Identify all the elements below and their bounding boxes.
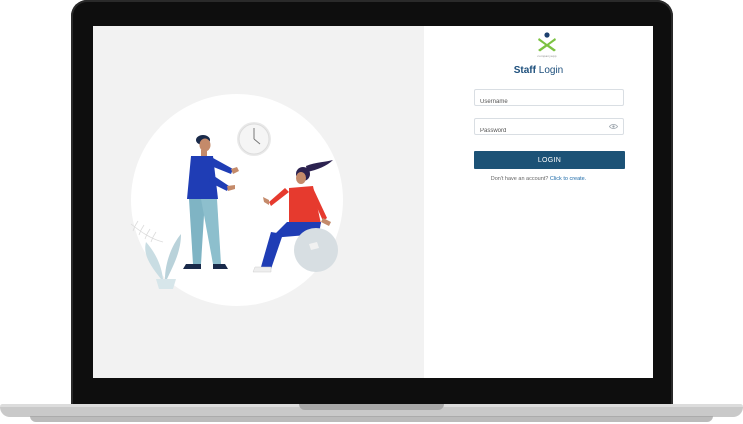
login-button[interactable]: LOGIN [474,151,625,169]
eye-icon[interactable] [609,123,618,130]
signup-prompt-text: Don't have an account? [490,176,550,182]
woman-figure [252,160,338,273]
illustration-people-meeting [130,122,338,289]
page-title: Staff Login [424,65,653,76]
create-account-link[interactable]: Click to create. [550,176,586,182]
illustration-pane [93,26,424,378]
plant-icon [145,234,181,289]
foliage-icon [130,220,164,243]
title-bold: Staff [513,65,536,76]
laptop-shadow [30,416,713,422]
username-field[interactable] [474,89,624,110]
clock-icon [237,122,271,156]
password-input[interactable] [475,123,605,139]
signup-prompt: Don't have an account? Click to create. [424,176,653,182]
login-pane: companyapp Staff Login LOGIN Don't have … [424,26,653,378]
man-figure [183,135,239,269]
brand-wordmark: companyapp [537,54,557,58]
app-logo-icon [538,32,556,52]
laptop-notch [299,404,444,410]
username-input[interactable] [475,94,605,110]
password-field[interactable] [474,118,624,139]
title-rest: Login [535,65,564,76]
screen: companyapp Staff Login LOGIN Don't have … [93,26,653,378]
